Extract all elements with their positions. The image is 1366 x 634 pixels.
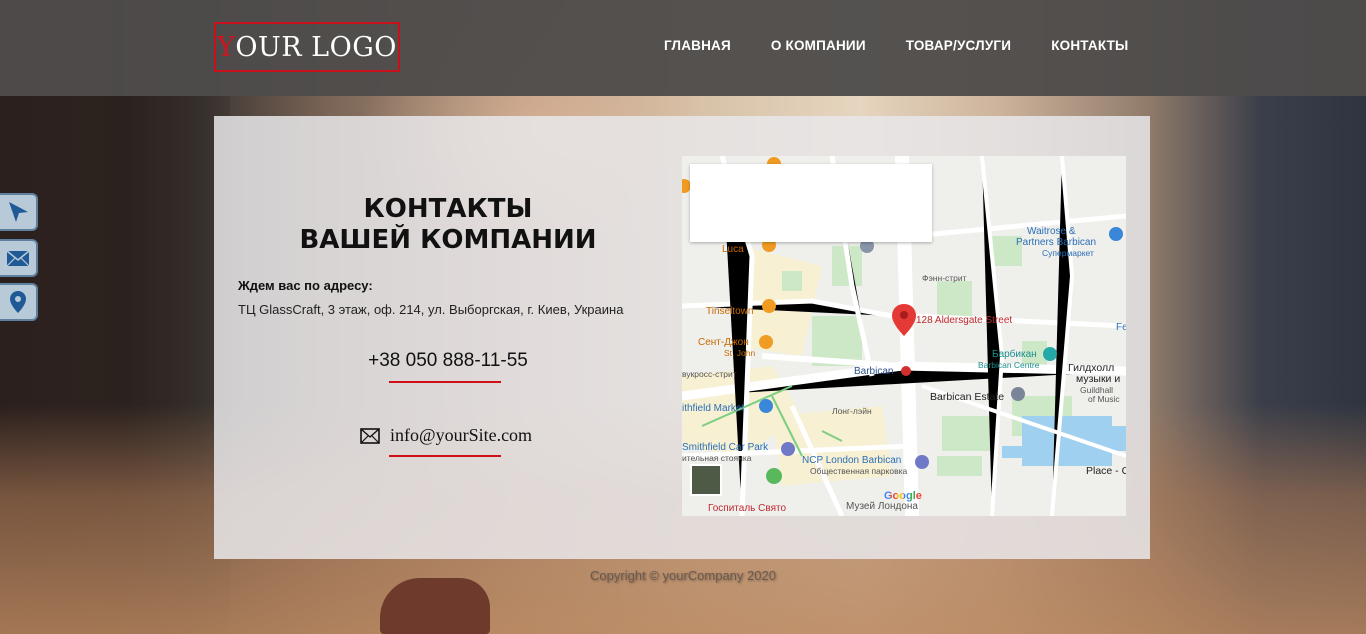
navigation-arrow-icon [9, 202, 28, 222]
nav-item-home[interactable]: ГЛАВНАЯ [664, 38, 731, 53]
nav-item-about[interactable]: О КОМПАНИИ [771, 38, 866, 53]
map-label-guildhall-2: музыки и [1076, 373, 1121, 385]
location-pin-icon [10, 291, 26, 313]
map-label-partners: Partners Barbican [1016, 237, 1097, 248]
contacts-heading-line2: ВАШЕЙ КОМПАНИИ [299, 225, 597, 255]
phone-underline [389, 381, 501, 383]
map-info-card [690, 164, 932, 242]
map-label-car-park-ru: ительная стоянка [682, 453, 752, 463]
map-marker-label: 128 Aldersgate Street [916, 315, 1013, 326]
contacts-heading: КОНТАКТЫ ВАШЕЙ КОМПАНИИ [214, 194, 682, 256]
address-text: ТЦ GlassCraft, 3 этаж, оф. 214, ул. Выбо… [238, 302, 624, 317]
map-label-barbikan: Барбикан [992, 349, 1037, 360]
map-label-st-john: St. John [724, 348, 756, 358]
map-label-smithfield-car-park: Smithfield Car Park [682, 442, 769, 453]
map-label-tinseltown: Tinseltown [706, 306, 754, 317]
site-header: Y OUR LOGO ГЛАВНАЯ О КОМПАНИИ ТОВАР/УСЛУГ… [0, 0, 1366, 96]
address-label: Ждем вас по адресу: [238, 278, 373, 293]
google-logo: Google [884, 490, 922, 502]
map-label-barbican: Barbican [854, 366, 894, 377]
map-label-krossstrit: вукросс-стрит [682, 369, 737, 379]
map-label-museum: Музей Лондона [846, 501, 918, 512]
map-label-barbican-centre: Barbican Centre [978, 360, 1040, 370]
satellite-toggle-button[interactable] [690, 464, 722, 496]
site-logo[interactable]: Y OUR LOGO [214, 22, 400, 72]
map-label-waitrose: Waitrose & [1027, 226, 1076, 237]
envelope-icon [360, 427, 380, 444]
contacts-heading-line1: КОНТАКТЫ [363, 194, 533, 224]
mail-widget-button[interactable] [0, 239, 38, 277]
map-label-long-lane: Лонг-лэйн [832, 406, 872, 416]
logo-first-letter: Y [217, 31, 236, 63]
nav-item-contacts[interactable]: КОНТАКТЫ [1051, 38, 1128, 53]
map-label-sent-dzhon: Сент-Джон [698, 337, 749, 348]
map-label-smithfield-market: ithfield Market [682, 403, 745, 414]
map-label-fenn-street: Фэнн-стрит [922, 273, 967, 283]
map-label-hospital: Госпиталь Свято [708, 503, 787, 514]
map-label-guildhall-4: of Music [1088, 394, 1120, 404]
email-underline [389, 455, 501, 457]
location-widget-button[interactable] [0, 283, 38, 321]
logo-text: OUR LOGO [235, 31, 397, 63]
map-label-supermarket: Супермаркет [1042, 248, 1094, 258]
map-label-ncp-ru: Общественная парковка [810, 466, 908, 476]
contact-info: КОНТАКТЫ ВАШЕЙ КОМПАНИИ Ждем вас по адре… [214, 116, 682, 559]
nav-item-products[interactable]: ТОВАР/УСЛУГИ [906, 38, 1011, 53]
email-link[interactable]: info@yourSite.com [390, 425, 532, 446]
map-label-ncp: NCP London Barbican [802, 455, 902, 466]
map-label-barbican-estate: Barbican Estate [930, 391, 1005, 403]
map-label-fe: Fe [1116, 322, 1126, 333]
main-nav: ГЛАВНАЯ О КОМПАНИИ ТОВАР/УСЛУГИ КОНТАКТЫ [664, 38, 1128, 53]
contacts-panel: КОНТАКТЫ ВАШЕЙ КОМПАНИИ Ждем вас по адре… [214, 116, 1150, 559]
navigation-widget-button[interactable] [0, 193, 38, 231]
footer-copyright: Copyright © yourCompany 2020 [590, 568, 776, 583]
email-row: info@yourSite.com [360, 425, 532, 446]
map-label-place: Place - C [1086, 465, 1126, 477]
phone-link[interactable]: +38 050 888-11-55 [214, 350, 682, 372]
mail-icon [6, 250, 30, 267]
google-map[interactable]: 128 Aldersgate Street Luca Tinseltown Се… [682, 156, 1126, 516]
map-label-luca: Luca [722, 244, 744, 255]
